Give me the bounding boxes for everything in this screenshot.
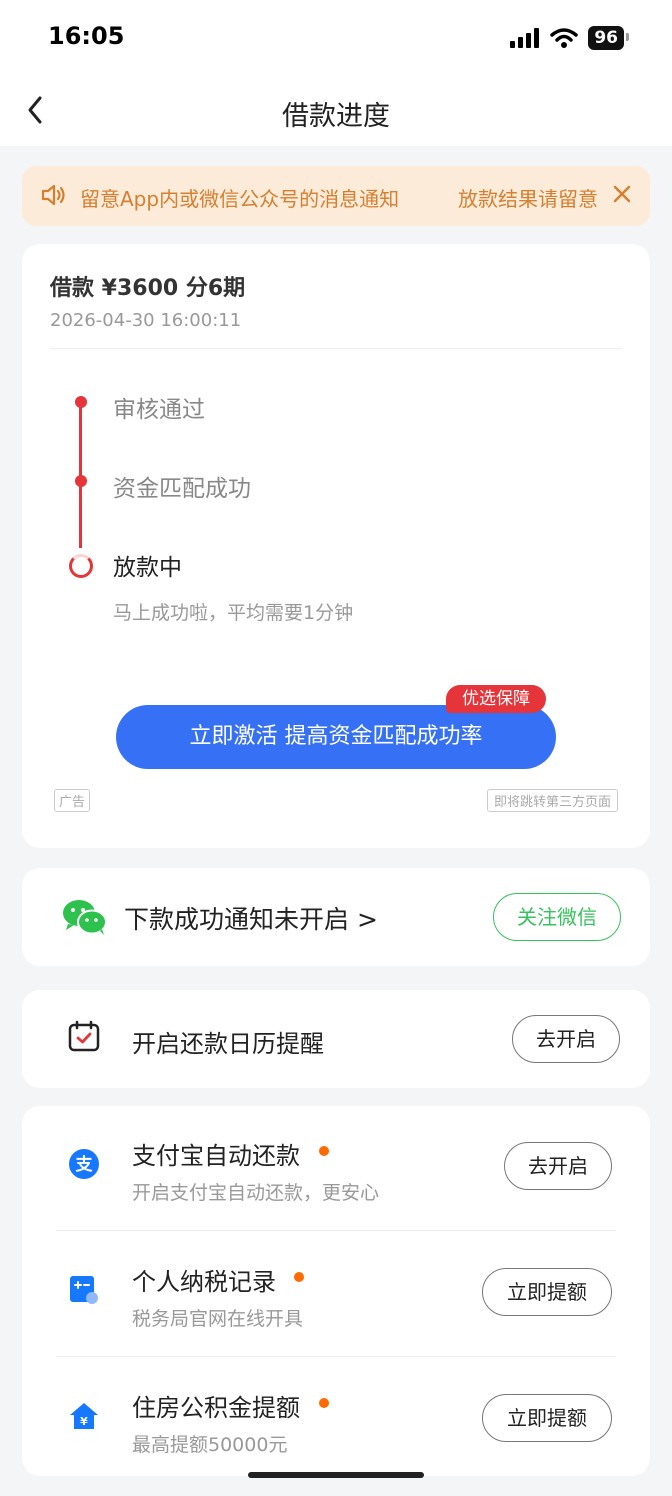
signal-icon [510,28,540,48]
enable-calendar-button[interactable]: 去开启 [512,1015,620,1063]
close-icon[interactable] [611,183,633,205]
svg-text:¥: ¥ [80,1415,88,1428]
notice-banner: 留意App内或微信公众号的消息通知 放款结果请留意 [22,166,650,226]
step-label: 资金匹配成功 [113,476,251,502]
tax-icon [70,1276,98,1304]
activate-button[interactable]: 立即激活 提高资金匹配成功率 [116,705,556,769]
alipay-icon: 支 [69,1149,99,1179]
service-subtitle: 开启支付宝自动还款，更安心 [132,1182,380,1204]
service-subtitle: 最高提额50000元 [132,1434,288,1456]
step-description: 马上成功啦，平均需要1分钟 [113,602,354,624]
notice-message-tail: 放款结果请留意 [458,187,598,211]
calendar-icon [68,1020,100,1052]
service-title: 个人纳税记录 [132,1268,276,1296]
service-title: 住房公积金提额 [132,1394,300,1422]
divider [50,348,622,349]
status-bar: 16:05 96 [0,0,672,76]
new-dot [319,1146,329,1156]
new-dot [294,1272,304,1282]
tax-raise-button[interactable]: 立即提额 [482,1268,612,1316]
divider [56,1230,616,1231]
wechat-notify-card[interactable]: 下款成功通知未开启 > 关注微信 [22,868,650,966]
list-item: ¥ 住房公积金提额 最高提额50000元 立即提额 [22,1358,650,1482]
enable-alipay-button[interactable]: 去开启 [504,1142,612,1190]
housing-fund-icon: ¥ [70,1403,98,1429]
service-subtitle: 税务局官网在线开具 [132,1308,304,1330]
divider [56,1356,616,1357]
service-title: 支付宝自动还款 [132,1142,300,1170]
status-icons: 96 [510,24,629,52]
housing-fund-raise-button[interactable]: 立即提额 [482,1394,612,1442]
timeline-dot [75,475,87,487]
loading-ring-icon [69,554,93,578]
calendar-reminder-card: 开启还款日历提醒 去开启 [22,990,650,1088]
status-time: 16:05 [48,22,125,50]
new-dot [319,1398,329,1408]
step-label-active: 放款中 [113,555,182,581]
svg-text:支: 支 [76,1154,94,1175]
wifi-icon [550,28,579,48]
list-item: 个人纳税记录 税务局官网在线开具 立即提额 [22,1232,650,1356]
loan-amount-title: 借款 ¥3600 分6期 [50,276,246,301]
loan-progress-card: 借款 ¥3600 分6期 2026-04-30 16:00:11 审核通过 资金… [22,244,650,848]
home-indicator [248,1472,424,1478]
wechat-icon [63,900,107,935]
page-title: 借款进度 [282,101,390,132]
third-party-tag: 即将跳转第三方页面 [486,789,618,812]
services-card: 支 支付宝自动还款 开启支付宝自动还款，更安心 去开启 个人纳税记录 税务局官网… [22,1106,650,1476]
timeline-dot [75,396,87,408]
promo-badge: 优选保障 [446,685,546,713]
wechat-notify-text[interactable]: 下款成功通知未开启 > [124,900,378,936]
battery-indicator: 96 [588,26,629,50]
nav-bar: 借款进度 [0,76,672,146]
notice-message: 留意App内或微信公众号的消息通知 [80,187,400,211]
ad-tag: 广告 [54,789,91,812]
step-label: 审核通过 [113,397,205,423]
loan-timestamp: 2026-04-30 16:00:11 [50,310,242,331]
calendar-reminder-text: 开启还款日历提醒 [132,1030,324,1058]
speaker-icon [41,184,65,206]
list-item: 支 支付宝自动还款 开启支付宝自动还款，更安心 去开启 [22,1106,650,1230]
follow-wechat-button[interactable]: 关注微信 [493,893,621,941]
